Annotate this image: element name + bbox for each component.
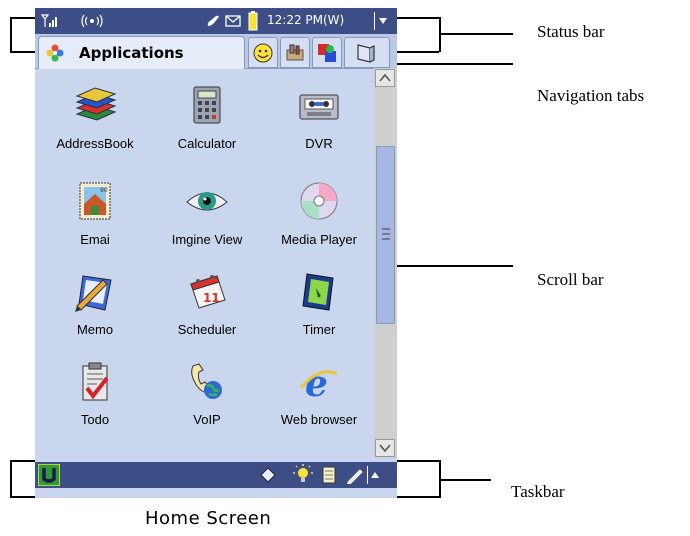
app-label: Media Player <box>281 232 357 247</box>
tab-window[interactable] <box>344 37 390 68</box>
taskbar-bracket-bottom-right <box>397 496 439 498</box>
status-bracket-bottom-right <box>397 51 439 53</box>
scroll-up-button[interactable] <box>375 69 395 87</box>
scroll-leader-line <box>397 265 513 267</box>
app-voip[interactable]: VoIP <box>152 346 262 438</box>
tools-icon <box>286 44 304 61</box>
app-label: VoIP <box>193 412 221 427</box>
app-timer[interactable]: Timer <box>264 256 374 348</box>
app-label: Imgine View <box>171 232 243 247</box>
books-icon <box>75 87 117 121</box>
app-email[interactable]: 90 Emai <box>40 166 150 258</box>
flower-icon <box>46 44 64 62</box>
app-web-browser[interactable]: e Web browser <box>264 346 374 438</box>
taskbar-divider <box>367 466 368 484</box>
clock-icon <box>302 273 334 311</box>
wireless-icon <box>81 14 103 28</box>
scroll-down-button[interactable] <box>375 439 395 457</box>
app-media-player[interactable]: Media Player <box>264 166 374 258</box>
app-label: Timer <box>302 322 336 337</box>
grip-icon <box>382 228 390 240</box>
app-label: Todo <box>80 412 110 427</box>
app-addressbook[interactable]: AddressBook <box>40 70 150 162</box>
app-label: Emai <box>80 232 110 247</box>
status-bar: 12:22 PM(W) <box>35 8 397 34</box>
tab-smiley[interactable] <box>248 37 278 68</box>
taskbar-bracket-bottom-left <box>10 496 35 498</box>
app-label: AddressBook <box>56 136 134 151</box>
scroll-thumb[interactable] <box>376 146 395 324</box>
taskbar <box>35 462 397 488</box>
diamond-icon[interactable] <box>260 467 276 483</box>
phone-globe-icon <box>191 363 222 399</box>
calculator-icon <box>193 86 221 124</box>
app-label: Memo <box>76 322 114 337</box>
app-todo[interactable]: Todo <box>40 346 150 438</box>
chevron-down-icon <box>379 444 391 453</box>
app-calculator[interactable]: Calculator <box>152 70 262 162</box>
notepad-icon[interactable] <box>321 466 337 484</box>
calendar-icon: 11 <box>190 275 226 309</box>
app-label: Calculator <box>177 136 237 151</box>
status-divider <box>374 12 375 30</box>
u-logo-icon[interactable] <box>38 464 60 486</box>
svg-text:90: 90 <box>100 187 108 194</box>
tab-applications[interactable]: Applications <box>38 36 245 69</box>
status-bracket-left <box>10 17 12 52</box>
cd-icon <box>300 182 338 220</box>
lightbulb-icon[interactable] <box>293 464 313 486</box>
pen-icon[interactable] <box>346 466 364 484</box>
chevron-up-icon <box>379 73 391 82</box>
callout-status-bar: Status bar <box>537 22 605 41</box>
app-label: DVR <box>305 136 333 151</box>
figure-caption: Home Screen <box>145 508 272 529</box>
signal-bars-icon <box>41 14 57 27</box>
app-scheduler[interactable]: 11 Scheduler <box>152 256 262 348</box>
status-bracket-bottom-left <box>10 51 35 53</box>
window-icon <box>357 44 375 63</box>
notepad-pencil-icon <box>75 275 112 312</box>
status-time[interactable]: 12:22 PM(W) <box>267 13 344 27</box>
tab-tools[interactable] <box>280 37 310 68</box>
app-imgine-view[interactable]: Imgine View <box>152 166 262 258</box>
battery-icon <box>248 11 258 31</box>
phone-icon[interactable] <box>205 13 221 29</box>
callout-taskbar: Taskbar <box>511 482 565 501</box>
smiley-icon <box>253 43 273 63</box>
app-label: Scheduler <box>177 322 237 337</box>
svg-text:e: e <box>305 363 328 404</box>
cassette-icon <box>299 94 339 120</box>
clipboard-check-icon <box>82 362 109 401</box>
svg-text:11: 11 <box>203 291 220 305</box>
tab-shapes[interactable] <box>312 37 342 68</box>
application-grid: AddressBook Calculator DVR 90 Emai Imgin… <box>38 70 374 458</box>
shapes-icon <box>318 44 336 62</box>
taskbar-bracket-left <box>10 460 12 498</box>
envelope-icon[interactable] <box>225 15 241 27</box>
app-label: Web browser <box>280 412 358 427</box>
taskbar-bracket-top-right <box>397 460 439 462</box>
status-bracket-top-left <box>10 17 35 19</box>
browser-e-icon: e <box>299 363 338 404</box>
tabs-leader-line <box>397 63 513 65</box>
scroll-bar[interactable] <box>374 68 397 458</box>
eye-icon <box>186 192 228 211</box>
callout-scroll-bar: Scroll bar <box>537 270 604 289</box>
taskbar-bracket-top-left <box>10 460 35 462</box>
stamp-icon: 90 <box>79 182 111 220</box>
tab-label: Applications <box>79 44 184 62</box>
taskbar-leader-line <box>441 479 491 481</box>
status-leader-line <box>441 33 513 35</box>
status-bracket-top-right <box>397 17 439 19</box>
up-arrow-icon[interactable] <box>370 471 380 479</box>
dropdown-arrow-icon[interactable] <box>378 17 388 25</box>
callout-navigation-tabs: Navigation tabs <box>537 86 645 105</box>
app-dvr[interactable]: DVR <box>264 70 374 162</box>
app-memo[interactable]: Memo <box>40 256 150 348</box>
